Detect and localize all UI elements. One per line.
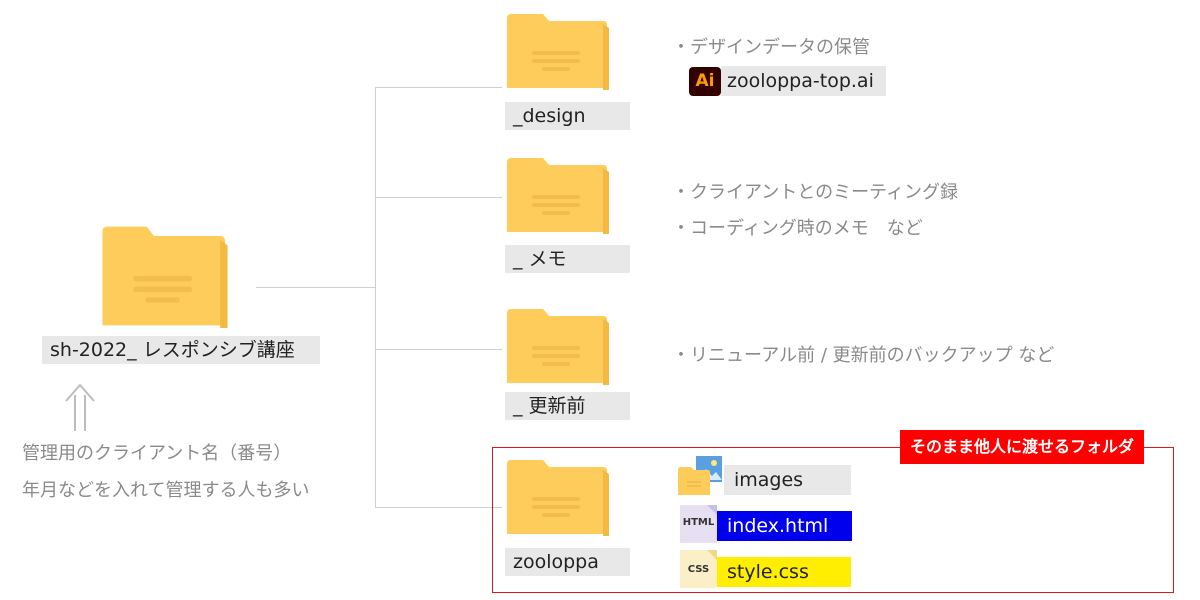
image-folder-icon: [678, 456, 724, 496]
css-file-icon: CSS: [680, 550, 717, 588]
html-file-icon-label: HTML: [682, 517, 715, 528]
root-note-line2: 年月などを入れて管理する人も多い: [22, 480, 310, 501]
design-folder-icon[interactable]: [505, 12, 611, 90]
css-file-icon-label: CSS: [687, 564, 710, 575]
root-folder-label: sh-2022_ レスポンシブ講座: [42, 336, 320, 364]
design-folder-label: _design: [505, 102, 630, 130]
memo-bullet-2: ・コーディング時のメモ など: [672, 218, 923, 239]
style-css-file-name[interactable]: style.css: [717, 557, 851, 587]
branch-backup: [375, 349, 502, 350]
root-folder-icon[interactable]: [100, 224, 230, 328]
memo-folder-label: _ メモ: [505, 245, 630, 273]
backup-folder-label: _ 更新前: [505, 392, 630, 420]
backup-bullet: ・リニューアル前 / 更新前のバックアップ など: [672, 345, 1055, 366]
design-bullet: ・デザインデータの保管: [672, 37, 870, 58]
memo-bullet-1: ・クライアントとのミーティング録: [672, 182, 959, 203]
html-file-icon: HTML: [680, 505, 717, 543]
zooloppa-folder-label: zooloppa: [505, 548, 630, 576]
zooloppa-folder-icon[interactable]: [505, 458, 611, 536]
images-file-name[interactable]: images: [724, 465, 851, 495]
up-arrow-icon: [62, 383, 98, 433]
index-html-file-name[interactable]: index.html: [717, 511, 852, 541]
deliverable-callout: そのまま他人に渡せるフォルダ: [900, 430, 1145, 464]
tree-trunk: [375, 87, 376, 508]
illustrator-icon: Ai: [689, 67, 721, 96]
design-file-name[interactable]: zooloppa-top.ai: [721, 66, 886, 96]
branch-design: [375, 87, 502, 88]
branch-zooloppa: [375, 507, 502, 508]
backup-folder-icon[interactable]: [505, 307, 611, 385]
memo-folder-icon[interactable]: [505, 156, 611, 234]
root-connector: [256, 287, 376, 288]
root-note-line1: 管理用のクライアント名（番号）: [22, 443, 292, 464]
branch-memo: [375, 197, 502, 198]
